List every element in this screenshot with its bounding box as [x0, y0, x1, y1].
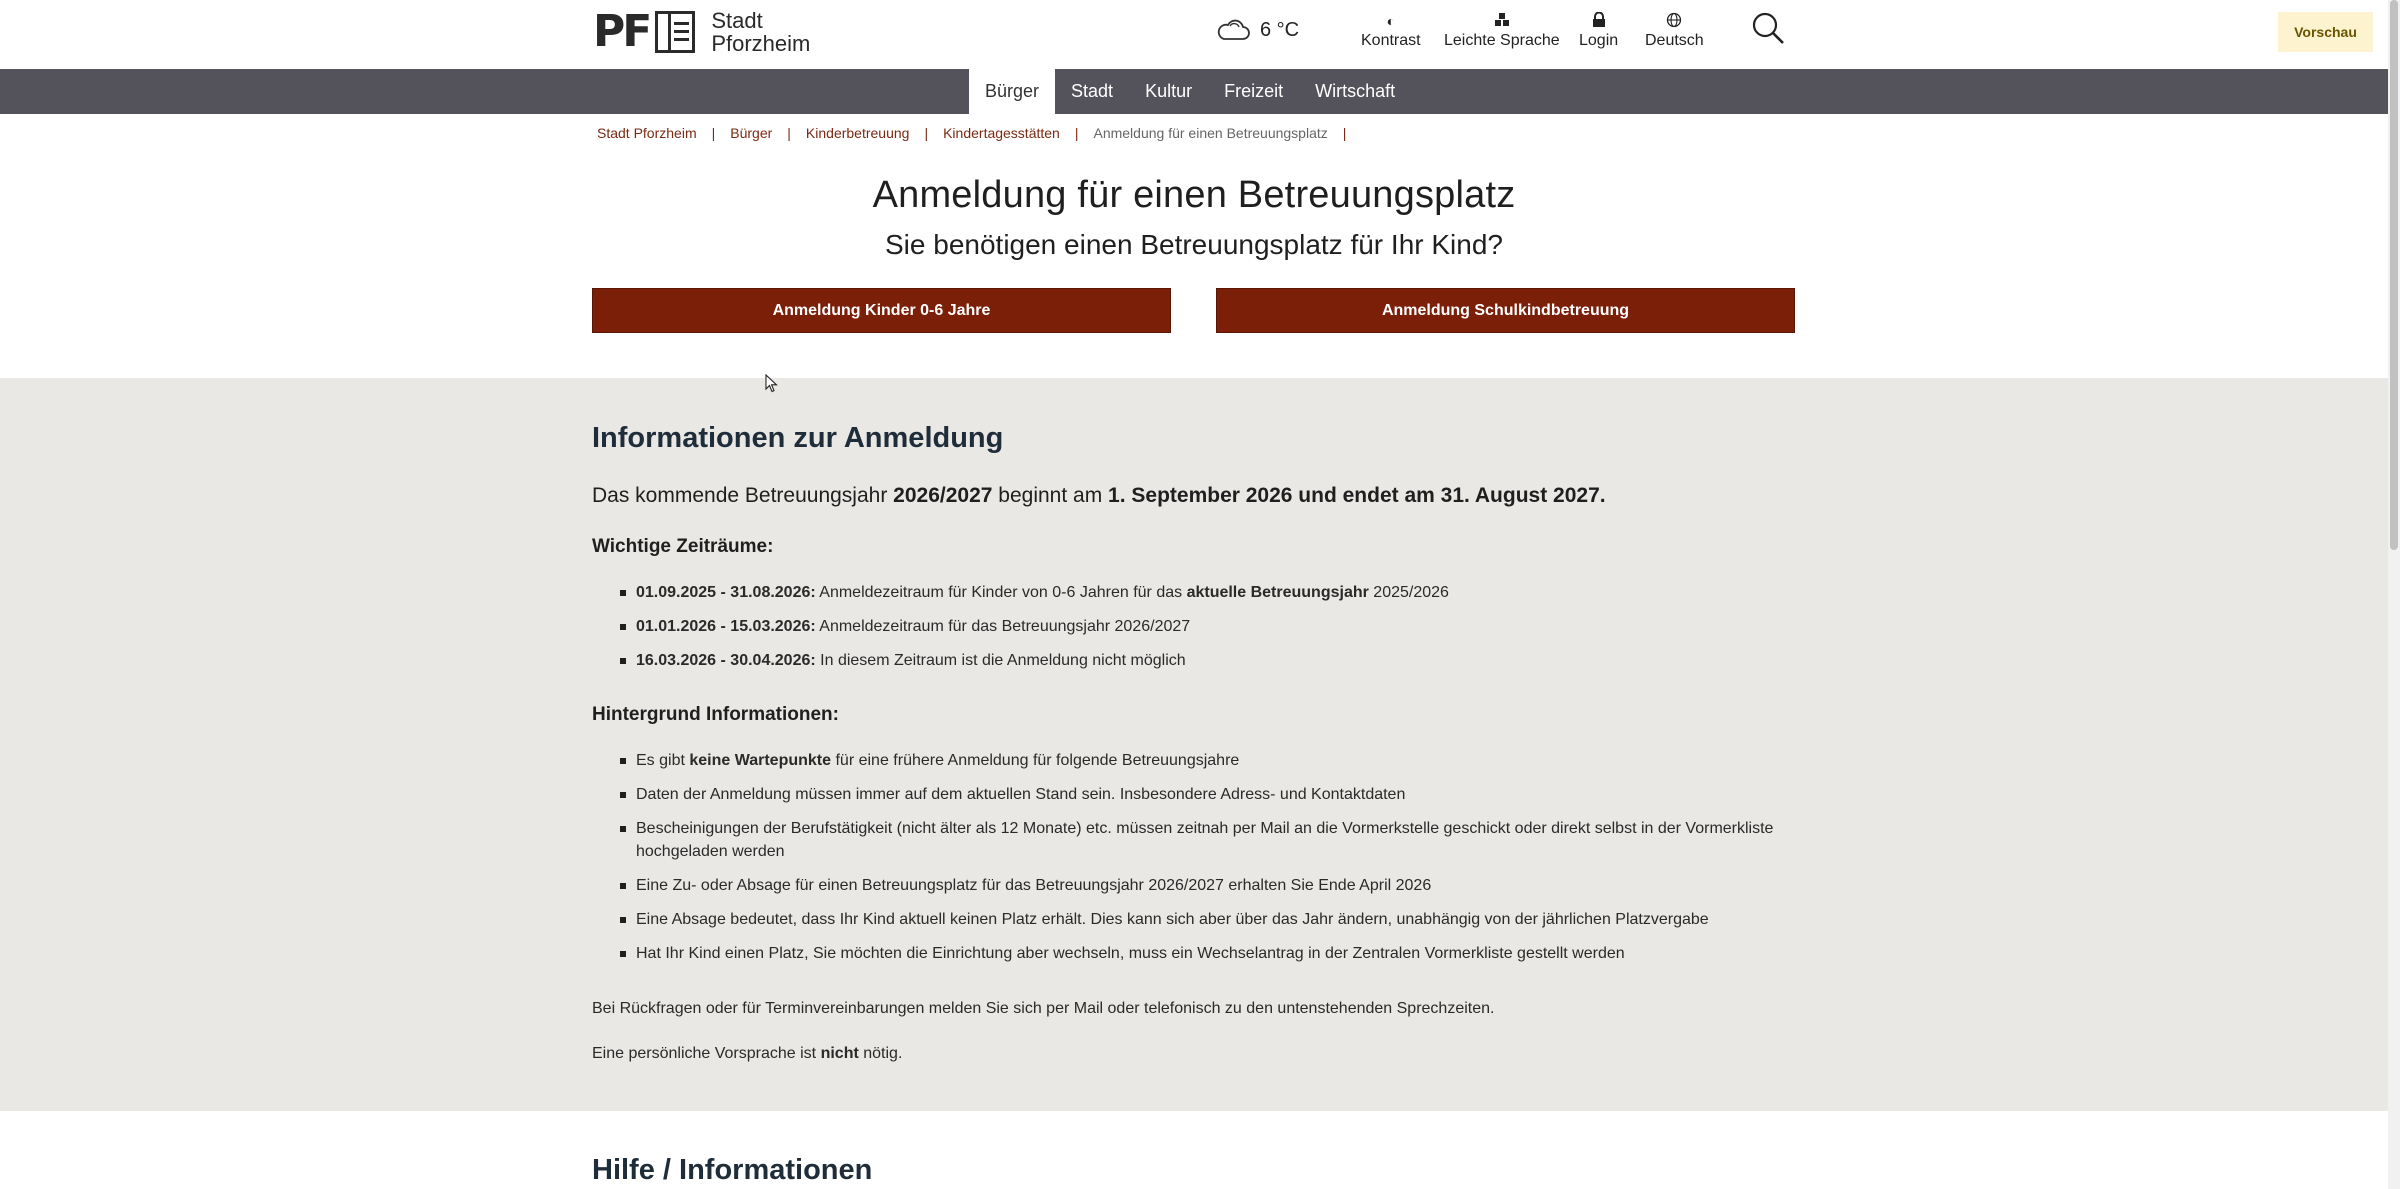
breadcrumb: Stadt Pforzheim | Bürger | Kinderbetreuu…: [597, 125, 1361, 141]
nav-item-buerger[interactable]: Bürger: [969, 69, 1056, 114]
leichte-sprache-label: Leichte Sprache: [1444, 32, 1560, 49]
register-school-children-button[interactable]: Anmeldung Schulkindbetreuung: [1216, 288, 1795, 333]
kontrast-label: Kontrast: [1361, 32, 1421, 49]
site-header: PF Stadt Pforzheim 6 °C ◐ Kontrast Leich…: [0, 0, 2388, 69]
info-section: Informationen zur Anmeldung Das kommende…: [0, 378, 2388, 1111]
breadcrumb-separator: |: [1074, 125, 1079, 141]
list-item: Bescheinigungen der Berufstätigkeit (nic…: [620, 817, 1800, 863]
zeitraeume-heading: Wichtige Zeiträume:: [592, 536, 774, 557]
mouse-cursor-icon: [765, 373, 779, 394]
preview-badge[interactable]: Vorschau: [2278, 12, 2373, 52]
list-item: 01.09.2025 - 31.08.2026: Anmeldezeitraum…: [620, 581, 1800, 604]
logo-text: Stadt Pforzheim: [711, 9, 810, 55]
leichte-sprache-link[interactable]: Leichte Sprache: [1444, 12, 1560, 50]
scrollbar[interactable]: [2388, 0, 2400, 1189]
cloud-icon: [1216, 18, 1250, 42]
logo-text-line2: Pforzheim: [711, 31, 811, 56]
logo-mark: PF: [593, 6, 652, 57]
list-item: 16.03.2026 - 30.04.2026: In diesem Zeitr…: [620, 649, 1800, 672]
logo-grid-icon: [655, 11, 696, 53]
page-subtitle: Sie benötigen einen Betreuungsplatz für …: [885, 229, 1503, 260]
help-heading: Hilfe / Informationen: [592, 1154, 873, 1186]
login-link[interactable]: Login: [1579, 11, 1619, 50]
contrast-icon: ◐: [1386, 13, 1396, 29]
info-lead: Das kommende Betreuungsjahr 2026/2027 be…: [592, 484, 1606, 507]
zeitraeume-list: 01.09.2025 - 31.08.2026: Anmeldezeitraum…: [620, 581, 1800, 683]
list-item: Eine Absage bedeutet, dass Ihr Kind aktu…: [620, 908, 1800, 931]
scrollbar-thumb[interactable]: [2390, 0, 2398, 550]
search-icon[interactable]: [1750, 10, 1786, 46]
language-label: Deutsch: [1645, 32, 1704, 49]
nav-item-stadt[interactable]: Stadt: [1055, 69, 1129, 114]
login-label: Login: [1579, 32, 1619, 49]
breadcrumb-separator: |: [1342, 125, 1347, 141]
nav-item-wirtschaft[interactable]: Wirtschaft: [1299, 69, 1411, 114]
list-item: Eine Zu- oder Absage für einen Betreuung…: [620, 874, 1800, 897]
list-item: Es gibt keine Wartepunkte für eine frühe…: [620, 749, 1800, 772]
breadcrumb-current: Anmeldung für einen Betreuungsplatz: [1093, 125, 1328, 141]
weather-widget[interactable]: 6 °C: [1216, 18, 1299, 42]
page-title: Anmeldung für einen Betreuungsplatz: [872, 174, 1516, 216]
list-item: Daten der Anmeldung müssen immer auf dem…: [620, 783, 1800, 806]
weather-temperature: 6 °C: [1260, 18, 1300, 41]
logo-text-line1: Stadt: [711, 8, 763, 33]
breadcrumb-separator: |: [924, 125, 929, 141]
contact-paragraph: Bei Rückfragen oder für Terminvereinbaru…: [592, 1000, 1495, 1017]
kontrast-toggle[interactable]: ◐ Kontrast: [1361, 12, 1421, 50]
register-children-0-6-button[interactable]: Anmeldung Kinder 0-6 Jahre: [592, 288, 1171, 333]
list-item: Hat Ihr Kind einen Platz, Sie möchten di…: [620, 942, 1800, 965]
breadcrumb-item[interactable]: Bürger: [730, 125, 772, 141]
hintergrund-heading: Hintergrund Informationen:: [592, 704, 839, 725]
main-navigation: Bürger Stadt Kultur Freizeit Wirtschaft: [0, 69, 2388, 114]
breadcrumb-item[interactable]: Stadt Pforzheim: [597, 125, 697, 141]
breadcrumb-separator: |: [711, 125, 716, 141]
breadcrumb-item[interactable]: Kinderbetreuung: [806, 125, 910, 141]
hintergrund-list: Es gibt keine Wartepunkte für eine frühe…: [620, 749, 1800, 976]
lock-icon: [1592, 11, 1606, 30]
breadcrumb-item[interactable]: Kindertagesstätten: [943, 125, 1060, 141]
easy-language-icon: [1494, 12, 1510, 30]
logo[interactable]: PF Stadt Pforzheim: [593, 6, 810, 57]
breadcrumb-separator: |: [787, 125, 791, 141]
globe-icon: [1666, 12, 1682, 30]
nav-item-freizeit[interactable]: Freizeit: [1208, 69, 1299, 114]
visit-note: Eine persönliche Vorsprache ist nicht nö…: [592, 1045, 903, 1062]
language-switch[interactable]: Deutsch: [1645, 12, 1704, 50]
nav-item-kultur[interactable]: Kultur: [1129, 69, 1208, 114]
info-heading: Informationen zur Anmeldung: [592, 422, 1004, 454]
list-item: 01.01.2026 - 15.03.2026: Anmeldezeitraum…: [620, 615, 1800, 638]
